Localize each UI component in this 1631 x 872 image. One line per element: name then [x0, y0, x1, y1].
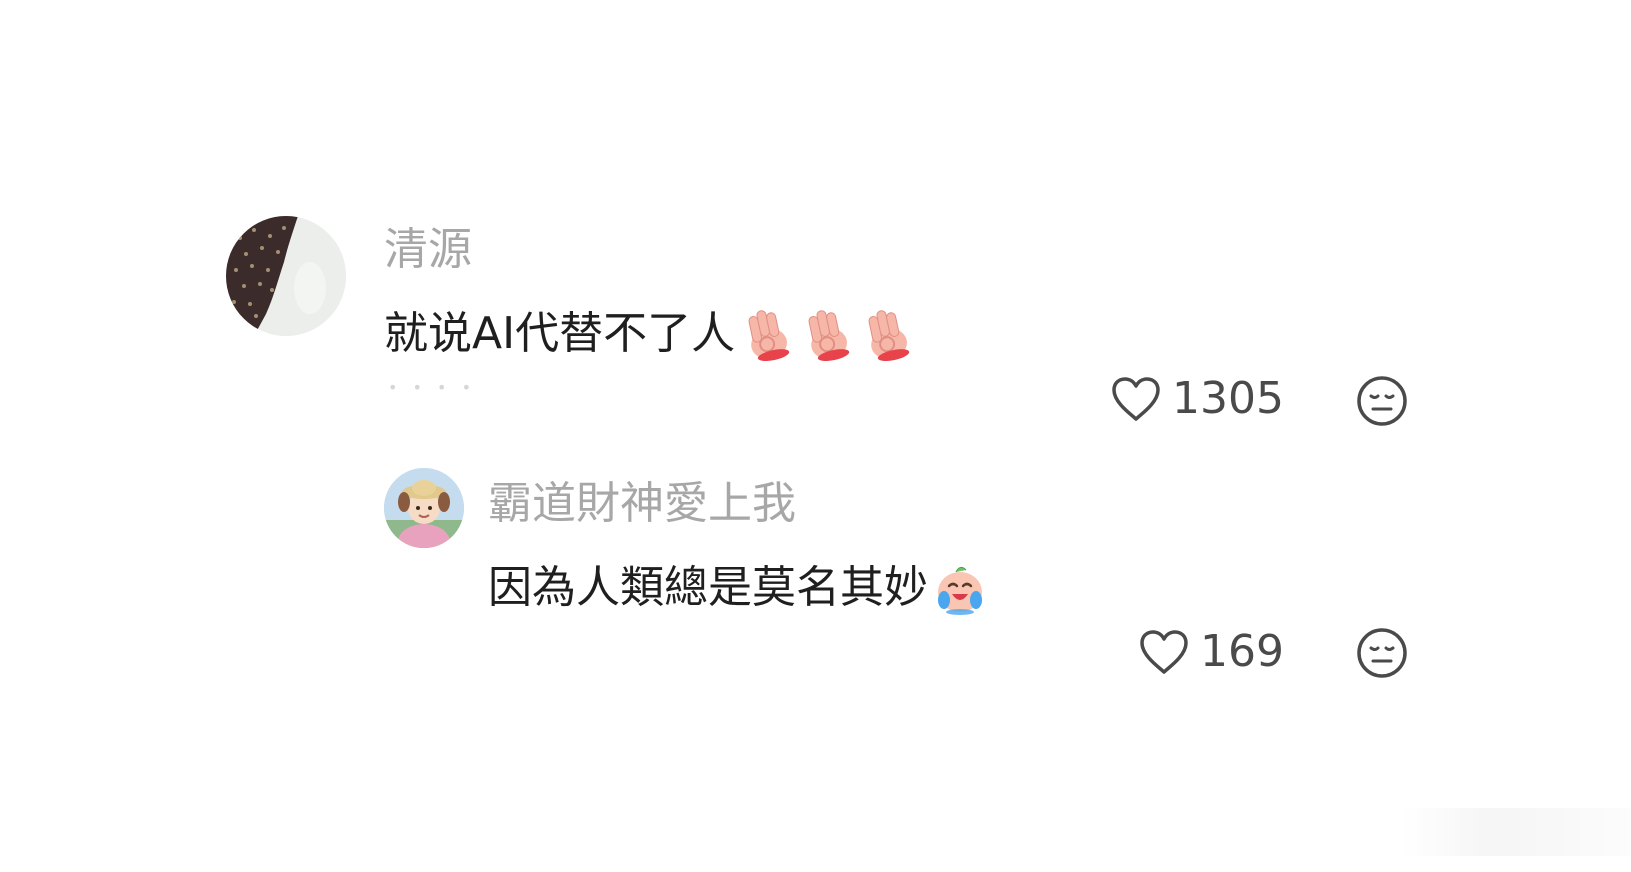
- avatar-image: [226, 216, 346, 336]
- crying-laughing-face-icon: [938, 566, 982, 615]
- heart-icon: [1112, 377, 1160, 421]
- comment-text: 就说AI代替不了人: [384, 308, 736, 359]
- avatar[interactable]: [384, 468, 464, 548]
- comment-thread: 清源 就说AI代替不了人 • • • • 1305 霸道財神愛上我 因為人類總是…: [0, 0, 1631, 872]
- ok-hand-icon: [808, 310, 850, 362]
- ok-hand-icon: [748, 310, 790, 362]
- avatar[interactable]: [226, 216, 346, 336]
- neutral-face-icon: [1357, 628, 1407, 678]
- heart-icon: [1140, 630, 1188, 674]
- bottom-shade: [1400, 808, 1631, 856]
- like-button[interactable]: 1305: [1110, 375, 1284, 423]
- avatar-image: [384, 468, 464, 548]
- like-button[interactable]: 169: [1138, 628, 1284, 676]
- dislike-button[interactable]: [1356, 627, 1408, 679]
- dislike-button[interactable]: [1356, 375, 1408, 427]
- comment-username[interactable]: 清源: [384, 228, 472, 272]
- comment-body: 就说AI代替不了人: [384, 306, 915, 362]
- neutral-face-icon: [1357, 376, 1407, 426]
- ok-hand-icon: [868, 310, 910, 362]
- like-count: 1305: [1172, 373, 1284, 424]
- reply-text: 因為人類總是莫名其妙: [488, 562, 928, 613]
- reply-body: 因為人類總是莫名其妙: [488, 560, 988, 616]
- faint-dots: • • • •: [388, 378, 477, 397]
- reply-username[interactable]: 霸道財神愛上我: [488, 482, 796, 526]
- like-count: 169: [1200, 626, 1284, 677]
